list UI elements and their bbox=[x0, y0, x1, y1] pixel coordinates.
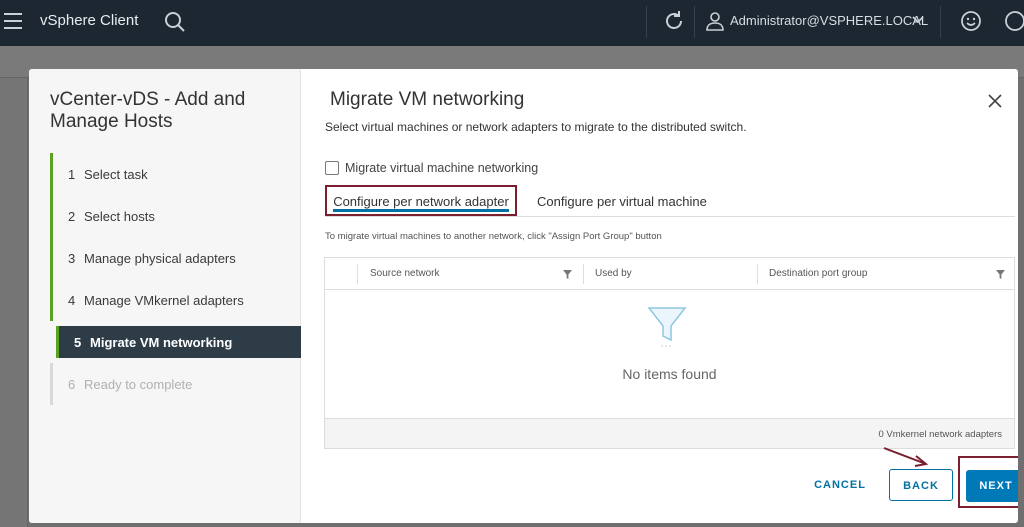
column-used-by[interactable]: Used by bbox=[595, 268, 632, 279]
step-number: 6 bbox=[68, 376, 76, 392]
column-source-network[interactable]: Source network bbox=[370, 268, 439, 279]
app-title[interactable]: vSphere Client bbox=[40, 12, 138, 29]
tab-label: Configure per virtual machine bbox=[537, 194, 707, 209]
wizard-step-manage-physical-adapters[interactable]: 3 Manage physical adapters bbox=[50, 237, 301, 279]
step-number: 3 bbox=[68, 250, 76, 266]
header-divider bbox=[646, 6, 647, 38]
step-label: Manage VMkernel adapters bbox=[84, 292, 244, 308]
header-divider bbox=[694, 6, 695, 38]
step-number: 1 bbox=[68, 166, 76, 182]
column-destination-port-group[interactable]: Destination port group bbox=[769, 268, 867, 279]
top-header: vSphere Client Administrator@VSPHERE.LOC… bbox=[0, 0, 1024, 46]
background-side-panel bbox=[0, 78, 28, 527]
filter-icon[interactable] bbox=[996, 270, 1005, 279]
step-number: 2 bbox=[68, 208, 76, 224]
checkbox-label: Migrate virtual machine networking bbox=[345, 161, 539, 175]
wizard-steps-panel: vCenter-vDS - Add and Manage Hosts 1 Sel… bbox=[29, 69, 301, 523]
step-label: Migrate VM networking bbox=[90, 334, 233, 350]
user-menu[interactable]: Administrator@VSPHERE.LOCAL bbox=[730, 13, 928, 28]
network-adapter-grid: Source network Used by Destination port … bbox=[324, 257, 1015, 449]
user-icon bbox=[706, 12, 724, 31]
step-label: Ready to complete bbox=[84, 376, 193, 392]
migrate-vm-networking-checkbox-row[interactable]: Migrate virtual machine networking bbox=[325, 161, 538, 175]
filter-icon[interactable] bbox=[563, 270, 572, 279]
grid-footer: 0 Vmkernel network adapters bbox=[325, 418, 1014, 448]
next-button-highlight: NEXT bbox=[958, 456, 1018, 508]
column-divider bbox=[757, 264, 758, 284]
cancel-button[interactable]: CANCEL bbox=[805, 469, 875, 501]
tab-configure-per-network-adapter[interactable]: Configure per network adapter bbox=[325, 185, 517, 216]
empty-state-text: No items found bbox=[622, 366, 717, 382]
config-tabs: Configure per network adapter Configure … bbox=[325, 185, 1015, 217]
hamburger-menu-icon[interactable] bbox=[4, 13, 22, 29]
header-divider bbox=[940, 6, 941, 38]
column-divider bbox=[583, 264, 584, 284]
wizard-step-ready-to-complete: 6 Ready to complete bbox=[50, 363, 301, 405]
wizard-step-manage-vmkernel-adapters[interactable]: 4 Manage VMkernel adapters bbox=[50, 279, 301, 321]
page-description: Select virtual machines or network adapt… bbox=[325, 120, 747, 134]
step-label: Select task bbox=[84, 166, 148, 182]
annotation-arrow-icon bbox=[883, 447, 928, 467]
step-number: 5 bbox=[74, 334, 82, 350]
wizard-step-select-task[interactable]: 1 Select task bbox=[50, 153, 301, 195]
step-label: Manage physical adapters bbox=[84, 250, 236, 266]
column-divider bbox=[357, 264, 358, 284]
empty-funnel-icon bbox=[647, 307, 687, 347]
selected-tab-indicator bbox=[333, 209, 509, 212]
migrate-vm-networking-checkbox[interactable] bbox=[325, 161, 339, 175]
assign-port-group-hint: To migrate virtual machines to another n… bbox=[325, 231, 662, 242]
wizard-title: vCenter-vDS - Add and Manage Hosts bbox=[50, 89, 246, 132]
tab-label: Configure per network adapter bbox=[333, 194, 509, 209]
back-button[interactable]: BACK bbox=[889, 469, 953, 501]
step-label: Select hosts bbox=[84, 208, 155, 224]
wizard-step-select-hosts[interactable]: 2 Select hosts bbox=[50, 195, 301, 237]
close-icon[interactable] bbox=[987, 93, 1003, 109]
page-title: Migrate VM networking bbox=[330, 89, 525, 110]
wizard-step-list: 1 Select task 2 Select hosts 3 Manage ph… bbox=[50, 153, 301, 405]
search-icon[interactable] bbox=[164, 11, 186, 33]
refresh-icon[interactable] bbox=[662, 9, 686, 33]
step-number: 4 bbox=[68, 292, 76, 308]
tab-configure-per-virtual-machine[interactable]: Configure per virtual machine bbox=[537, 185, 707, 217]
help-icon[interactable] bbox=[1004, 10, 1024, 32]
grid-header: Source network Used by Destination port … bbox=[325, 258, 1014, 290]
chevron-down-icon[interactable] bbox=[912, 13, 924, 27]
wizard-step-migrate-vm-networking[interactable]: 5 Migrate VM networking bbox=[56, 326, 301, 358]
next-button[interactable]: NEXT bbox=[966, 470, 1018, 502]
feedback-smiley-icon[interactable] bbox=[960, 10, 982, 32]
